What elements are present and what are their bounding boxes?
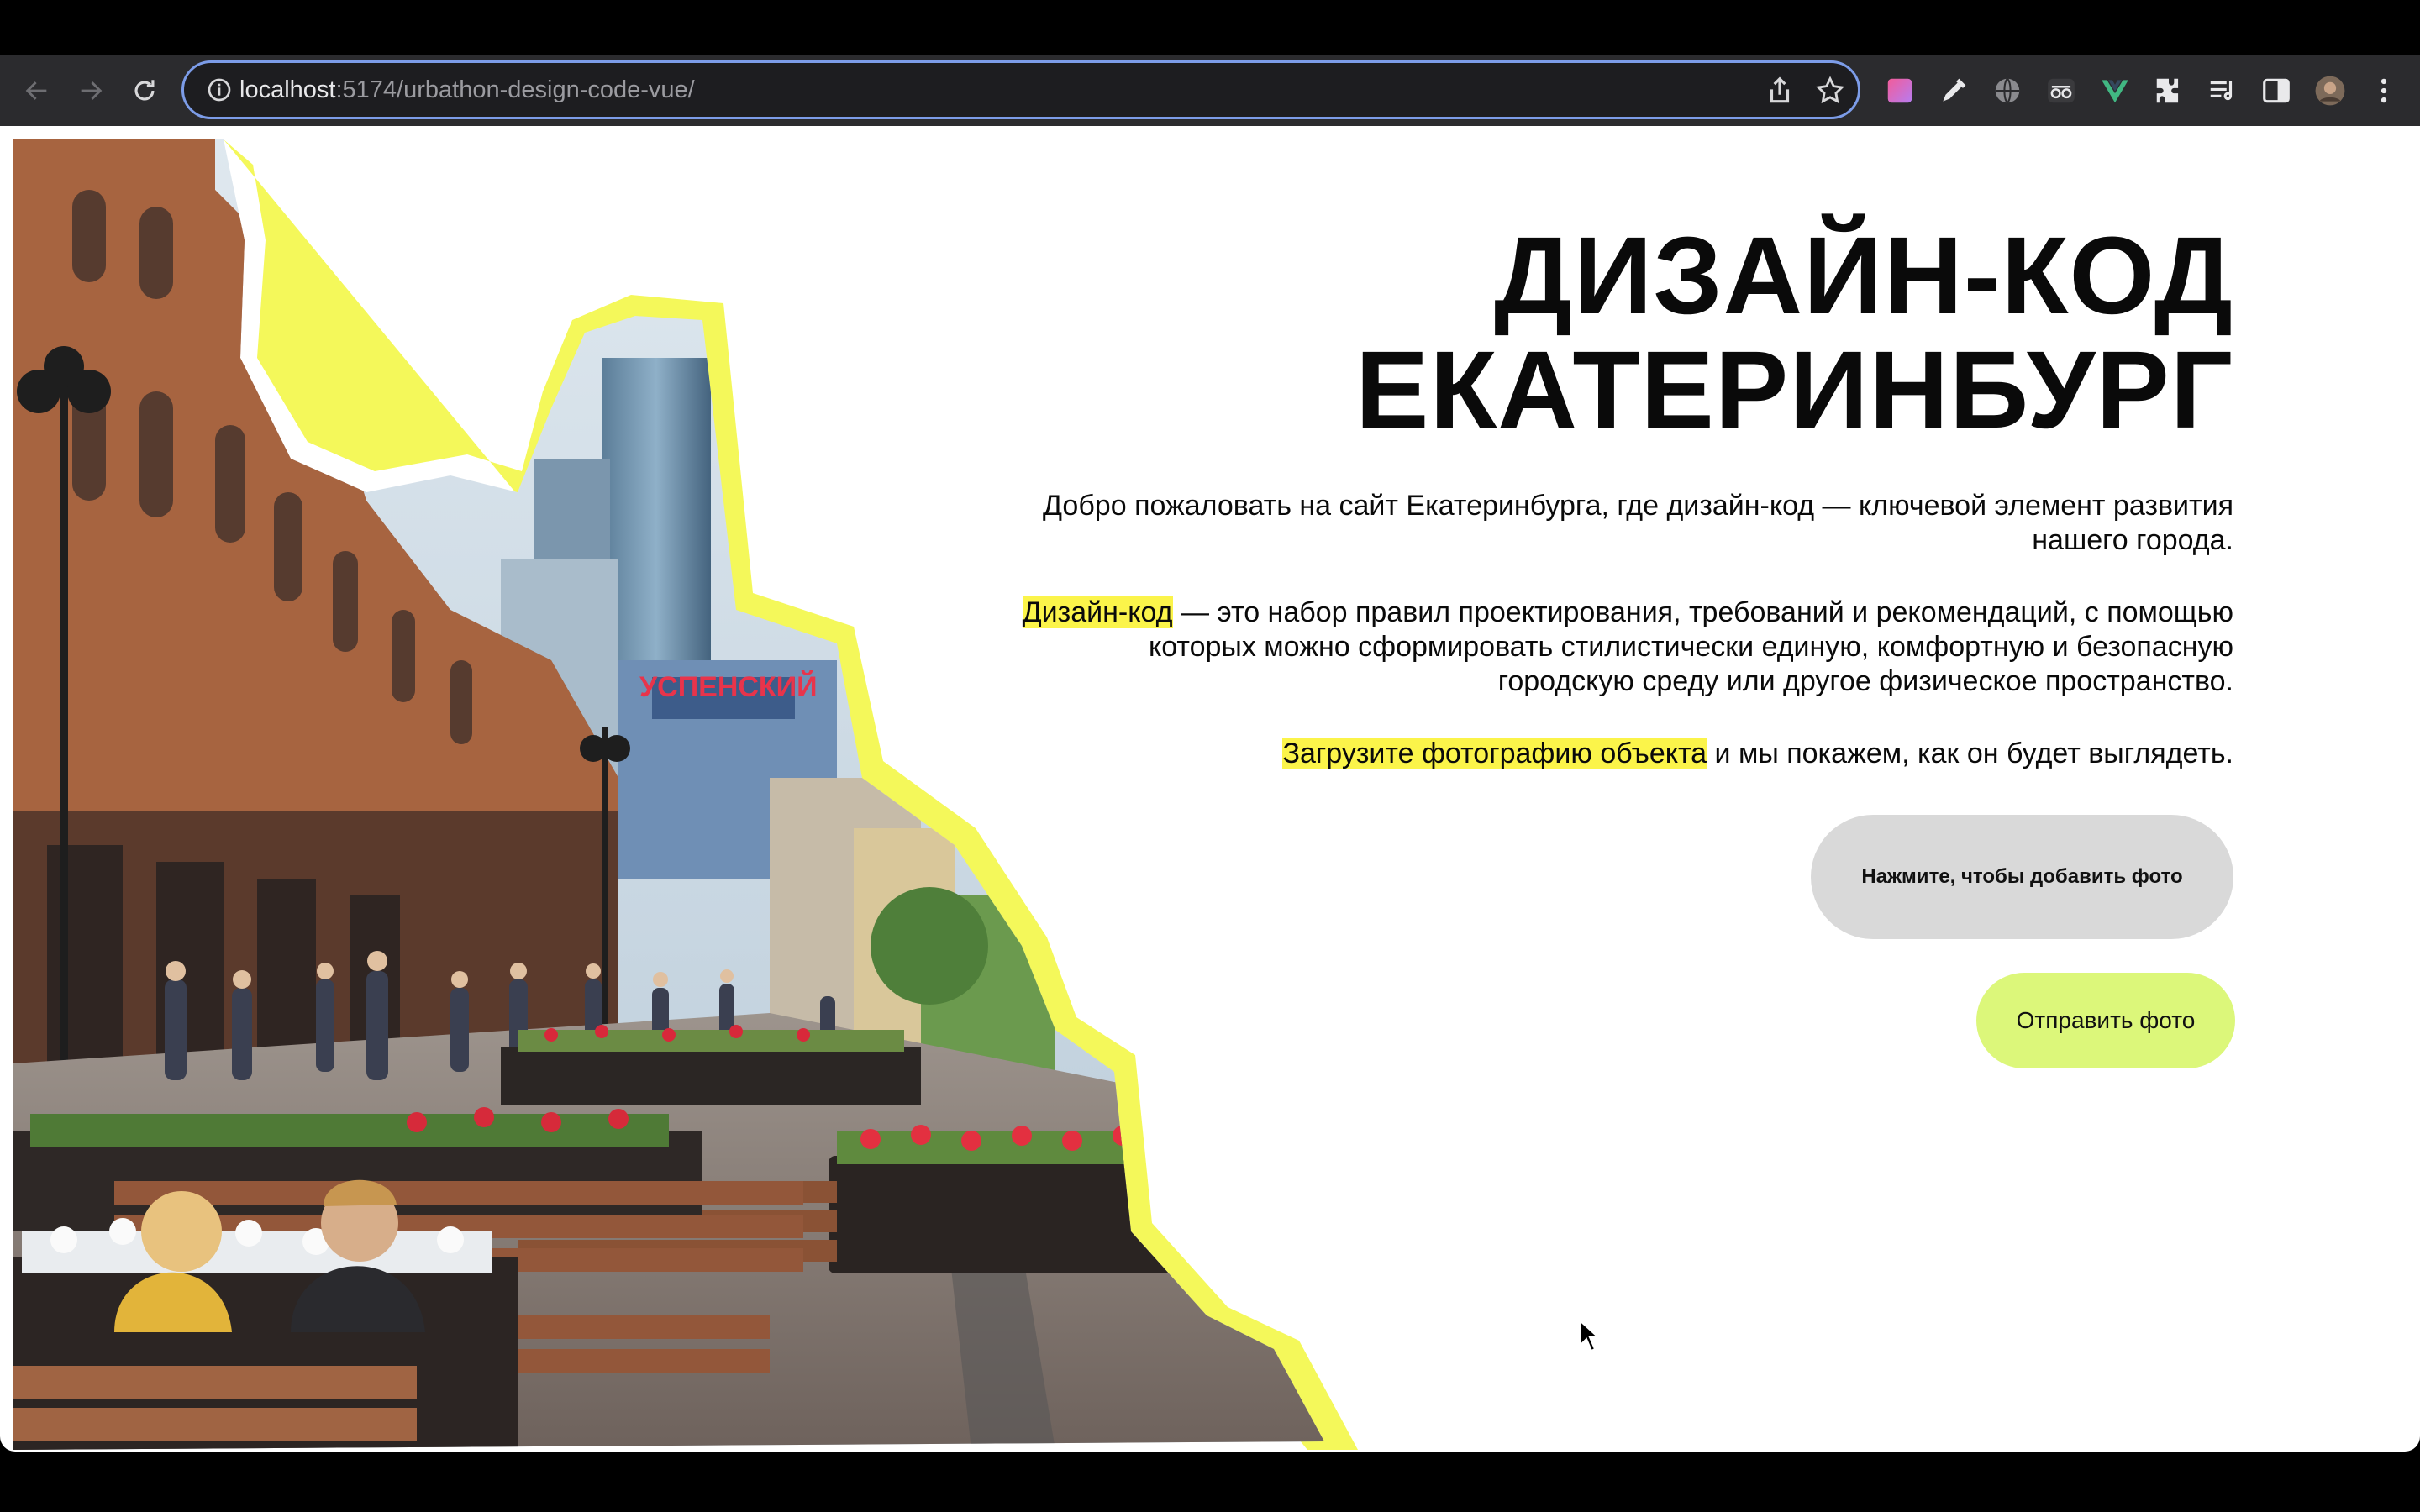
cta-text: Загрузите фотографию объекта и мы покаже… (1007, 737, 2233, 771)
add-photo-button[interactable]: Нажмите, чтобы добавить фото (1811, 815, 2233, 939)
intro-text: Добро пожаловать на сайт Екатеринбурга, … (1043, 490, 2233, 556)
title-line-2: ЕКАТЕРИНБУРГ (1355, 328, 2233, 451)
cta-highlight: Загрузите фотографию объекта (1282, 738, 1707, 769)
mouse-cursor-icon (1579, 1319, 1600, 1352)
bookmark-star-icon[interactable] (1814, 75, 1846, 107)
more-menu-icon[interactable] (2366, 73, 2402, 108)
send-photo-button[interactable]: Отправить фото (1976, 973, 2235, 1068)
address-bar[interactable]: localhost:5174/urbathon-design-code-vue/ (182, 60, 1860, 119)
puzzle-extensions-icon[interactable] (2151, 73, 2186, 108)
hero-content: ДИЗАЙН-КОД ЕКАТЕРИНБУРГ Добро пожаловать… (1007, 218, 2233, 771)
cta-rest: и мы покажем, как он будет выглядеть. (1707, 738, 2233, 769)
url-path: :5174/urbathon-design-code-vue/ (335, 76, 695, 103)
arrow-left-icon (25, 81, 47, 100)
reading-list-icon[interactable] (2205, 73, 2240, 108)
back-button[interactable] (17, 71, 57, 111)
color-picker-icon[interactable] (1882, 73, 1918, 108)
url-text[interactable]: localhost:5174/urbathon-design-code-vue/ (239, 76, 695, 104)
profile-avatar[interactable] (2312, 73, 2348, 108)
definition-text: Дизайн-код — это набор правил проектиров… (1007, 596, 2233, 699)
site-info-icon[interactable] (206, 76, 233, 103)
send-photo-label: Отправить фото (2016, 1007, 2196, 1033)
shop-sign-text: УСПЕНСКИЙ (639, 670, 818, 703)
definition-highlight: Дизайн-код (1022, 596, 1173, 628)
title-line-1: ДИЗАЙН-КОД (1494, 213, 2233, 337)
page-title: ДИЗАЙН-КОД ЕКАТЕРИНБУРГ (1007, 218, 2233, 447)
browser-toolbar: localhost:5174/urbathon-design-code-vue/ (0, 55, 2420, 126)
side-panel-icon[interactable] (2259, 73, 2294, 108)
reload-icon (134, 80, 155, 101)
screen: localhost:5174/urbathon-design-code-vue/ (0, 0, 2420, 1512)
globe-icon[interactable] (1990, 73, 2025, 108)
definition-rest: — это набор правил проектирования, требо… (1149, 596, 2233, 697)
url-host: localhost (239, 76, 336, 103)
vue-devtools-icon[interactable] (2097, 73, 2133, 108)
forward-button[interactable] (71, 71, 111, 111)
share-icon[interactable] (1764, 75, 1796, 107)
page-viewport: УСПЕНСКИЙ ДИЗАЙН-КОД ЕКАТЕРИНБУРГ Добро … (0, 126, 2420, 1452)
eyedropper-icon[interactable] (1936, 73, 1971, 108)
arrow-right-icon (81, 81, 103, 100)
incognito-glasses-icon[interactable] (2044, 73, 2079, 108)
add-photo-label: Нажмите, чтобы добавить фото (1861, 865, 2183, 888)
reload-button[interactable] (124, 71, 165, 111)
